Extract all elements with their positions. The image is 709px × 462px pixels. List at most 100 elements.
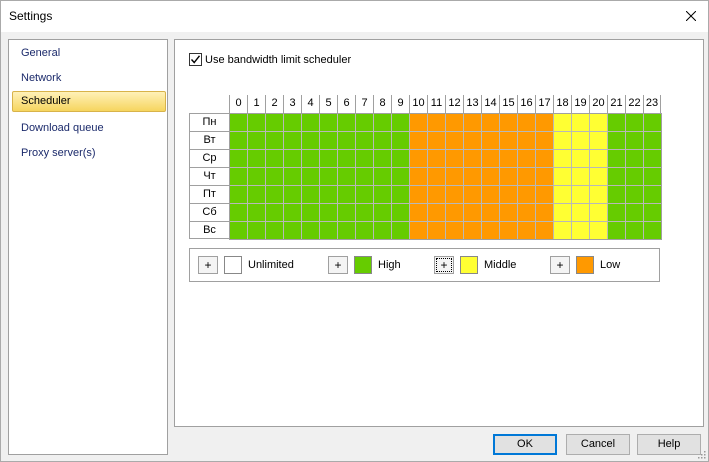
schedule-cell[interactable]: [536, 132, 553, 149]
schedule-cell[interactable]: [266, 114, 283, 131]
schedule-grid[interactable]: [229, 113, 662, 240]
schedule-cell[interactable]: [572, 132, 589, 149]
schedule-cell[interactable]: [518, 114, 535, 131]
schedule-cell[interactable]: [500, 150, 517, 167]
schedule-cell[interactable]: [284, 132, 301, 149]
schedule-cell[interactable]: [320, 186, 337, 203]
schedule-cell[interactable]: [644, 204, 661, 221]
hour-header[interactable]: 16: [517, 95, 535, 113]
schedule-cell[interactable]: [644, 186, 661, 203]
hour-header[interactable]: 13: [463, 95, 481, 113]
schedule-cell[interactable]: [644, 114, 661, 131]
schedule-cell[interactable]: [590, 168, 607, 185]
schedule-cell[interactable]: [374, 114, 391, 131]
schedule-cell[interactable]: [356, 204, 373, 221]
schedule-cell[interactable]: [248, 222, 265, 239]
schedule-cell[interactable]: [518, 204, 535, 221]
schedule-cell[interactable]: [446, 132, 463, 149]
help-button[interactable]: Help: [637, 434, 701, 455]
schedule-cell[interactable]: [320, 114, 337, 131]
schedule-cell[interactable]: [536, 114, 553, 131]
schedule-cell[interactable]: [266, 204, 283, 221]
schedule-cell[interactable]: [644, 168, 661, 185]
schedule-cell[interactable]: [536, 186, 553, 203]
schedule-cell[interactable]: [572, 168, 589, 185]
hour-header[interactable]: 17: [535, 95, 553, 113]
apply-middle-button[interactable]: +: [434, 256, 454, 274]
hour-header[interactable]: 10: [409, 95, 427, 113]
schedule-cell[interactable]: [644, 132, 661, 149]
schedule-cell[interactable]: [410, 204, 427, 221]
schedule-cell[interactable]: [410, 114, 427, 131]
schedule-cell[interactable]: [608, 222, 625, 239]
schedule-cell[interactable]: [374, 204, 391, 221]
schedule-cell[interactable]: [626, 132, 643, 149]
schedule-cell[interactable]: [248, 114, 265, 131]
schedule-cell[interactable]: [356, 168, 373, 185]
schedule-cell[interactable]: [608, 168, 625, 185]
schedule-cell[interactable]: [302, 204, 319, 221]
schedule-cell[interactable]: [374, 168, 391, 185]
schedule-cell[interactable]: [500, 222, 517, 239]
schedule-cell[interactable]: [554, 132, 571, 149]
schedule-cell[interactable]: [626, 168, 643, 185]
schedule-cell[interactable]: [572, 150, 589, 167]
schedule-cell[interactable]: [410, 132, 427, 149]
schedule-cell[interactable]: [248, 204, 265, 221]
schedule-cell[interactable]: [554, 168, 571, 185]
hour-header[interactable]: 1: [247, 95, 265, 113]
schedule-cell[interactable]: [392, 222, 409, 239]
resize-grip-icon[interactable]: [696, 449, 706, 459]
hour-header[interactable]: 18: [553, 95, 571, 113]
schedule-cell[interactable]: [320, 150, 337, 167]
schedule-cell[interactable]: [464, 222, 481, 239]
schedule-cell[interactable]: [464, 186, 481, 203]
schedule-cell[interactable]: [428, 150, 445, 167]
apply-high-button[interactable]: +: [328, 256, 348, 274]
schedule-cell[interactable]: [626, 114, 643, 131]
day-header[interactable]: Сб: [189, 203, 229, 221]
schedule-cell[interactable]: [482, 186, 499, 203]
hour-header[interactable]: 5: [319, 95, 337, 113]
cancel-button[interactable]: Cancel: [566, 434, 630, 455]
hour-header[interactable]: 8: [373, 95, 391, 113]
hour-header[interactable]: 19: [571, 95, 589, 113]
nav-item-proxy-servers[interactable]: Proxy server(s): [12, 143, 166, 164]
hour-header[interactable]: 14: [481, 95, 499, 113]
schedule-cell[interactable]: [410, 222, 427, 239]
hour-header[interactable]: 12: [445, 95, 463, 113]
schedule-cell[interactable]: [428, 114, 445, 131]
schedule-cell[interactable]: [392, 168, 409, 185]
close-button[interactable]: [678, 4, 704, 28]
schedule-cell[interactable]: [266, 186, 283, 203]
schedule-cell[interactable]: [338, 204, 355, 221]
schedule-cell[interactable]: [518, 222, 535, 239]
hour-header[interactable]: 11: [427, 95, 445, 113]
schedule-cell[interactable]: [302, 114, 319, 131]
schedule-cell[interactable]: [230, 132, 247, 149]
schedule-cell[interactable]: [230, 222, 247, 239]
schedule-cell[interactable]: [446, 114, 463, 131]
schedule-cell[interactable]: [464, 114, 481, 131]
schedule-cell[interactable]: [266, 222, 283, 239]
schedule-cell[interactable]: [572, 222, 589, 239]
schedule-cell[interactable]: [248, 168, 265, 185]
schedule-cell[interactable]: [302, 186, 319, 203]
schedule-cell[interactable]: [590, 150, 607, 167]
schedule-cell[interactable]: [644, 150, 661, 167]
schedule-cell[interactable]: [374, 186, 391, 203]
schedule-cell[interactable]: [302, 168, 319, 185]
nav-item-general[interactable]: General: [12, 43, 166, 64]
schedule-cell[interactable]: [572, 186, 589, 203]
schedule-cell[interactable]: [536, 150, 553, 167]
schedule-cell[interactable]: [338, 222, 355, 239]
schedule-cell[interactable]: [302, 132, 319, 149]
schedule-cell[interactable]: [284, 222, 301, 239]
schedule-cell[interactable]: [518, 168, 535, 185]
day-header[interactable]: Пт: [189, 185, 229, 203]
hour-header[interactable]: 22: [625, 95, 643, 113]
schedule-cell[interactable]: [572, 114, 589, 131]
schedule-cell[interactable]: [320, 222, 337, 239]
schedule-cell[interactable]: [446, 168, 463, 185]
schedule-cell[interactable]: [464, 168, 481, 185]
